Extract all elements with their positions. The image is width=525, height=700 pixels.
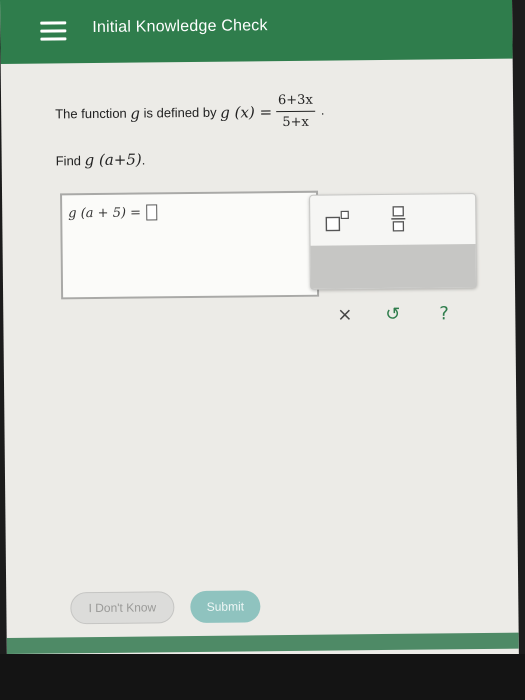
fraction-numerator: 6+3x	[275, 92, 315, 113]
hamburger-icon[interactable]	[40, 21, 67, 41]
fraction-icon[interactable]	[390, 205, 406, 233]
undo-button[interactable]: ↺	[385, 304, 400, 325]
question-prefix: The function	[55, 105, 127, 122]
palette-top-row	[310, 194, 475, 244]
question-period: .	[320, 102, 325, 118]
fraction-denominator: 5+x	[282, 114, 309, 131]
answer-expression: g (a + 5) =	[68, 205, 142, 221]
function-fraction: 6+3x 5+x	[275, 92, 315, 131]
find-period: .	[141, 152, 146, 168]
superscript-icon[interactable]	[324, 209, 350, 232]
function-notation: g (x) =	[220, 102, 273, 122]
footer-bar: I Don't Know Submit	[6, 588, 518, 639]
question-middle: is defined by	[143, 104, 217, 121]
app-screen: Initial Knowledge Check The function g i…	[0, 0, 520, 700]
question-text: The function g is defined by g (x) = 6+3…	[55, 92, 325, 133]
dont-know-button[interactable]: I Don't Know	[70, 591, 175, 625]
device-bezel	[0, 654, 525, 700]
find-expression: g (a+5)	[84, 150, 142, 170]
submit-button[interactable]: Submit	[190, 590, 261, 624]
header-bar: Initial Knowledge Check	[0, 0, 513, 64]
find-prompt: Find g (a+5).	[55, 150, 146, 170]
palette-bottom-row: × ↺ ?	[310, 244, 477, 325]
answer-line: g (a + 5) =	[68, 204, 158, 221]
find-label: Find	[55, 153, 82, 169]
answer-input-area[interactable]: g (a + 5) =	[60, 190, 320, 300]
clear-button[interactable]: ×	[337, 304, 352, 325]
answer-input-slot[interactable]	[145, 204, 158, 221]
question-var-g: g	[130, 104, 141, 123]
math-palette: × ↺ ?	[309, 193, 478, 325]
help-button[interactable]: ?	[439, 303, 449, 324]
page-title: Initial Knowledge Check	[92, 17, 268, 37]
